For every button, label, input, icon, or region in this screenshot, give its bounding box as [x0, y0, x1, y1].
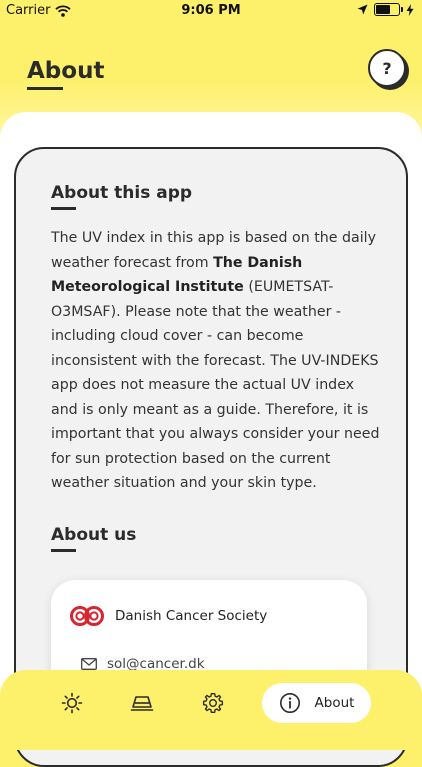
- heading-underline: [51, 207, 76, 210]
- tab-device[interactable]: [126, 683, 158, 723]
- title-underline: [27, 87, 63, 90]
- location-arrow-icon: [357, 4, 368, 15]
- danish-cancer-society-logo: [70, 606, 104, 626]
- organization-row[interactable]: Danish Cancer Society: [69, 606, 267, 626]
- tab-settings[interactable]: [197, 683, 229, 723]
- device-icon: [130, 696, 154, 711]
- sun-icon: [61, 692, 83, 714]
- tab-bar: About: [0, 670, 422, 750]
- info-icon: [279, 693, 300, 713]
- mail-icon: [81, 658, 97, 670]
- about-app-heading: About this app: [51, 183, 192, 210]
- charging-bolt-icon: [406, 3, 414, 16]
- battery-icon: [374, 3, 403, 16]
- about-us-heading: About us: [51, 525, 136, 552]
- page-title: About: [27, 58, 104, 90]
- status-bar: Carrier 9:06 PM: [0, 0, 422, 24]
- gear-icon: [202, 692, 224, 714]
- heading-underline: [51, 549, 76, 552]
- question-icon: ?: [382, 58, 392, 78]
- about-app-text: The UV index in this app is based on the…: [51, 230, 380, 491]
- help-button[interactable]: ?: [368, 49, 406, 87]
- tab-about-label: About: [314, 695, 355, 711]
- tab-uv-index[interactable]: [56, 683, 88, 723]
- tab-about[interactable]: About: [262, 683, 371, 723]
- organization-name: Danish Cancer Society: [115, 608, 268, 624]
